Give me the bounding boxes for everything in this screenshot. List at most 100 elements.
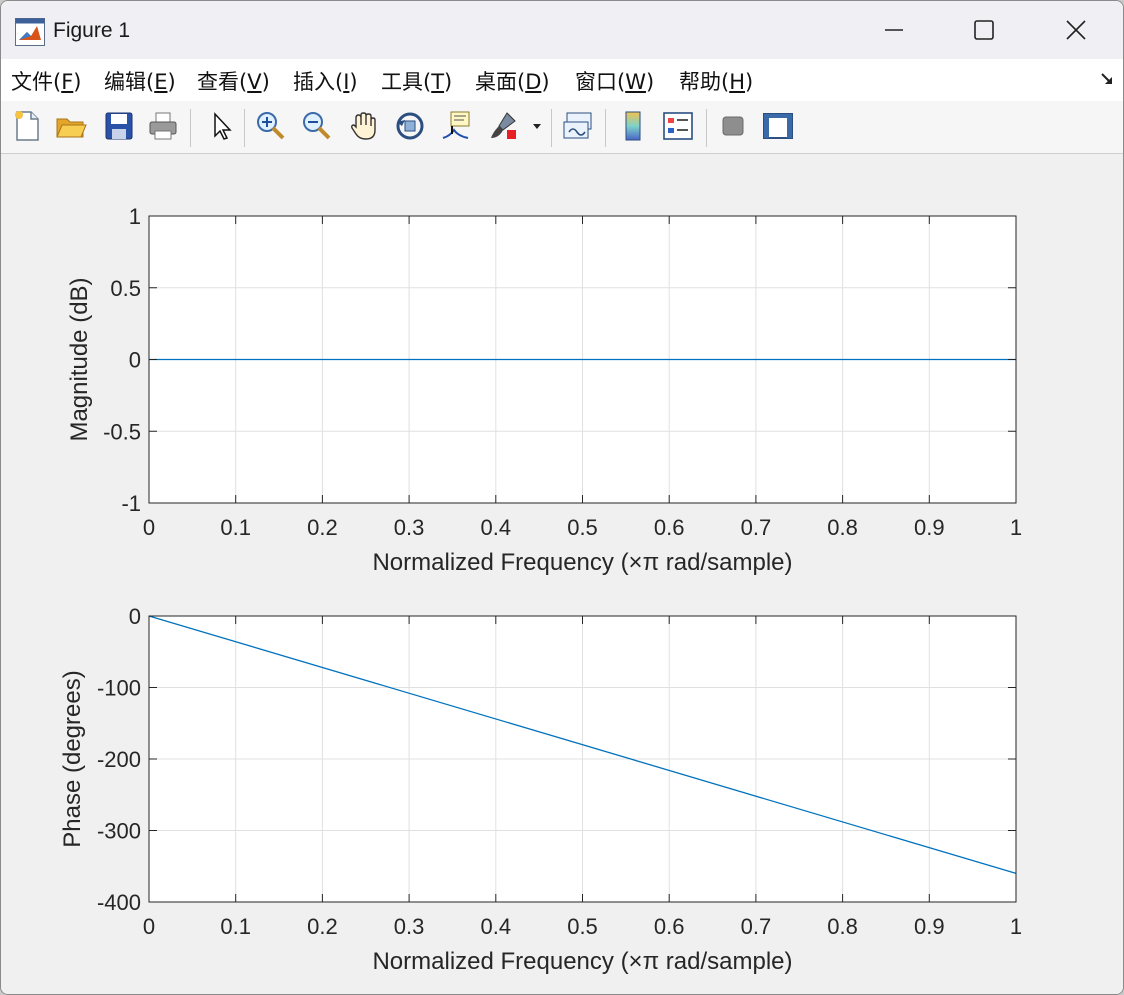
y-axis-label: Phase (degrees) bbox=[59, 670, 86, 847]
y-tick-label: -400 bbox=[97, 890, 141, 915]
window-title: Figure 1 bbox=[53, 19, 131, 42]
link-plot-icon bbox=[563, 112, 592, 139]
x-tick-label: 0.2 bbox=[307, 515, 338, 540]
zoom-in-icon bbox=[257, 112, 285, 140]
y-tick-label: -100 bbox=[97, 676, 141, 701]
x-tick-label: 0.5 bbox=[567, 515, 598, 540]
x-tick-label: 0.6 bbox=[654, 515, 685, 540]
legend-button[interactable] bbox=[660, 107, 696, 145]
menu-bar: 文件(F) 编辑(E) 查看(V) 插入(I) 工具(T) 桌面(D) 窗口(W… bbox=[1, 59, 1123, 102]
rotate-3d-button[interactable] bbox=[392, 107, 428, 145]
zoom-out-button[interactable] bbox=[299, 107, 335, 145]
maximize-icon bbox=[974, 20, 994, 40]
figure-toolbar bbox=[1, 101, 1123, 154]
x-tick-label: 0.3 bbox=[394, 914, 425, 939]
x-tick-label: 1 bbox=[1010, 515, 1022, 540]
y-tick-label: 0.5 bbox=[110, 276, 141, 301]
x-tick-label: 0.7 bbox=[741, 914, 772, 939]
y-tick-label: 1 bbox=[129, 204, 141, 229]
menu-file[interactable]: 文件(F) bbox=[11, 66, 82, 96]
close-icon bbox=[1066, 20, 1086, 40]
zoom-out-icon bbox=[303, 112, 331, 140]
pan-hand-icon bbox=[351, 112, 376, 140]
x-tick-label: 0.5 bbox=[567, 914, 598, 939]
new-figure-icon bbox=[15, 111, 39, 141]
colorbar-button[interactable] bbox=[615, 107, 651, 145]
brush-button[interactable] bbox=[485, 107, 521, 145]
brush-dropdown-button[interactable] bbox=[527, 107, 547, 145]
plots-svg: 0 0.1 0.2 0.3 0.4 0.5 0.6 0.7 0.8 0.9 1 -1 -0.5 0 0.5 1… bbox=[59, 204, 1022, 975]
data-cursor-button[interactable] bbox=[438, 107, 474, 145]
x-tick-label: 0.3 bbox=[394, 515, 425, 540]
x-tick-label: 0.1 bbox=[220, 515, 251, 540]
x-tick-label: 0.8 bbox=[827, 515, 858, 540]
rotate-3d-icon bbox=[396, 112, 424, 140]
menu-tools[interactable]: 工具(T) bbox=[381, 66, 452, 96]
hide-plot-tools-icon bbox=[722, 116, 744, 136]
y-tick-label: -300 bbox=[97, 819, 141, 844]
x-tick-label: 0.1 bbox=[220, 914, 251, 939]
y-tick-label: 0 bbox=[129, 604, 141, 629]
save-button[interactable] bbox=[101, 107, 137, 145]
matlab-logo-icon bbox=[15, 18, 45, 46]
axes-1: 0 0.1 0.2 0.3 0.4 0.5 0.6 0.7 0.8 0.9 1 -1 -0.5 0 0.5 1… bbox=[66, 204, 1022, 576]
data-cursor-icon bbox=[442, 111, 470, 139]
close-button[interactable] bbox=[1031, 1, 1121, 59]
open-file-icon bbox=[56, 118, 87, 138]
toolbar-separator bbox=[244, 109, 245, 147]
x-axis-label: Normalized Frequency (×π rad/sample) bbox=[372, 948, 792, 975]
y-axis-label: Magnitude (dB) bbox=[66, 277, 93, 441]
x-tick-label: 0.6 bbox=[654, 914, 685, 939]
x-tick-label: 0 bbox=[143, 914, 155, 939]
figure-window: Figure 1 文件(F) 编辑(E) 查看(V) 插入(I) 工具(T) 桌… bbox=[0, 0, 1124, 995]
toolbar-separator bbox=[190, 109, 191, 147]
menu-view[interactable]: 查看(V) bbox=[197, 66, 270, 96]
y-tick-label: 0 bbox=[129, 348, 141, 373]
link-plot-button[interactable] bbox=[560, 107, 596, 145]
y-tick-label: -1 bbox=[121, 491, 141, 516]
dock-arrow-icon[interactable] bbox=[1099, 71, 1115, 87]
menu-insert[interactable]: 插入(I) bbox=[293, 66, 358, 96]
x-tick-label: 0.8 bbox=[827, 914, 858, 939]
x-tick-label: 1 bbox=[1010, 914, 1022, 939]
maximize-button[interactable] bbox=[939, 1, 1029, 59]
x-tick-label: 0.9 bbox=[914, 914, 945, 939]
menu-window[interactable]: 窗口(W) bbox=[575, 66, 654, 96]
menu-edit[interactable]: 编辑(E) bbox=[104, 66, 176, 96]
zoom-in-button[interactable] bbox=[253, 107, 289, 145]
axes-2: 0 0.1 0.2 0.3 0.4 0.5 0.6 0.7 0.8 0.9 1 -400 -300 -20… bbox=[59, 604, 1022, 975]
x-tick-label: 0.4 bbox=[481, 515, 512, 540]
show-plot-tools-button[interactable] bbox=[760, 107, 796, 145]
show-plot-tools-icon bbox=[763, 113, 793, 139]
open-file-button[interactable] bbox=[53, 107, 89, 145]
menu-desktop[interactable]: 桌面(D) bbox=[475, 66, 550, 96]
figure-canvas: 0 0.1 0.2 0.3 0.4 0.5 0.6 0.7 0.8 0.9 1 -1 -0.5 0 0.5 1… bbox=[1, 154, 1123, 994]
colorbar-icon bbox=[625, 111, 641, 141]
x-tick-label: 0 bbox=[143, 515, 155, 540]
toolbar-separator bbox=[605, 109, 606, 147]
x-axis-label: Normalized Frequency (×π rad/sample) bbox=[372, 549, 792, 576]
x-tick-label: 0.2 bbox=[307, 914, 338, 939]
brush-dropdown-icon bbox=[533, 124, 541, 129]
legend-icon bbox=[663, 112, 693, 140]
pointer-icon bbox=[214, 112, 232, 140]
x-tick-label: 0.4 bbox=[481, 914, 512, 939]
y-tick-label: -200 bbox=[97, 747, 141, 772]
toolbar-separator bbox=[551, 109, 552, 147]
menu-help[interactable]: 帮助(H) bbox=[679, 66, 753, 96]
edit-plot-button[interactable] bbox=[203, 107, 239, 145]
print-button[interactable] bbox=[145, 107, 181, 145]
x-tick-label: 0.9 bbox=[914, 515, 945, 540]
minimize-button[interactable] bbox=[849, 1, 939, 59]
brush-icon bbox=[491, 112, 516, 139]
title-bar: Figure 1 bbox=[1, 1, 1123, 59]
minimize-icon bbox=[885, 29, 903, 31]
x-tick-label: 0.7 bbox=[741, 515, 772, 540]
save-icon bbox=[105, 112, 133, 140]
toolbar-separator bbox=[706, 109, 707, 147]
print-icon bbox=[149, 112, 177, 140]
pan-button[interactable] bbox=[346, 107, 382, 145]
y-tick-label: -0.5 bbox=[103, 419, 141, 444]
new-figure-button[interactable] bbox=[9, 107, 45, 145]
hide-plot-tools-button[interactable] bbox=[715, 107, 751, 145]
